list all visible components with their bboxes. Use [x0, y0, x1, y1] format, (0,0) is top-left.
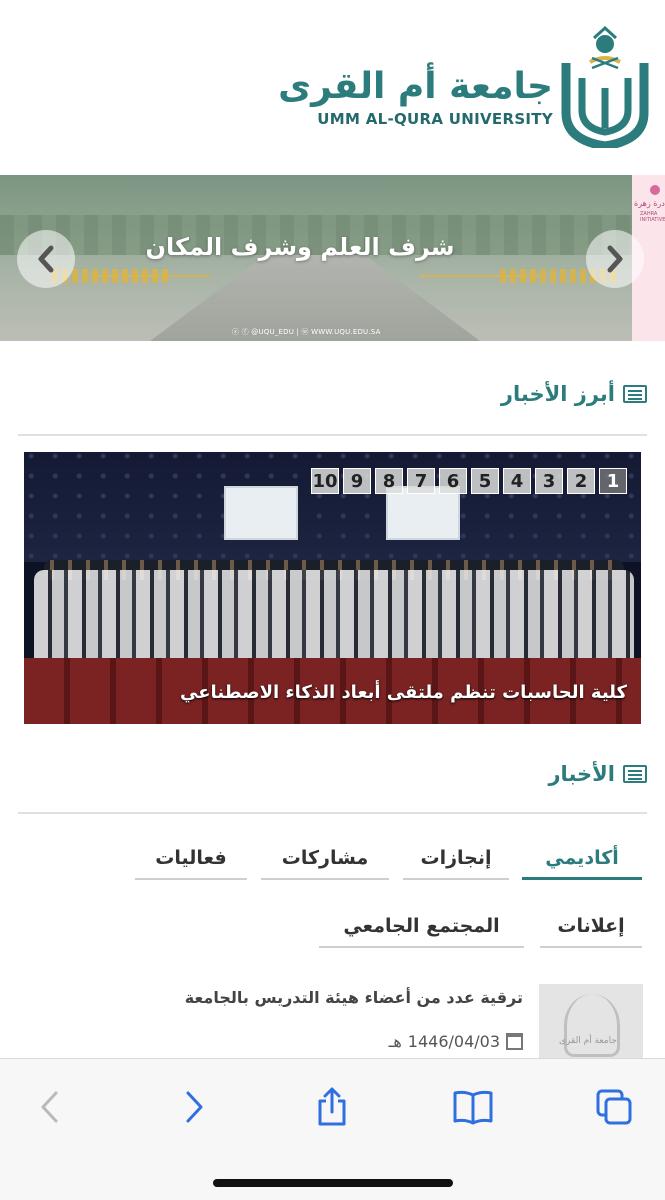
hero-social-handles: ⓧ ⓕ @UQU_EDU | ⓦ WWW.UQU.EDU.SA — [232, 328, 381, 336]
chevron-left-icon — [38, 245, 54, 273]
pagination-dot[interactable]: 4 — [503, 468, 531, 494]
tab-announcements[interactable]: إعلانات — [540, 910, 642, 948]
section-divider — [18, 434, 647, 436]
hero-title: شرف العلم وشرف المكان — [145, 233, 455, 261]
news-date-suffix: هـ — [388, 1032, 402, 1051]
pagination-dot[interactable]: 3 — [535, 468, 563, 494]
group-photo — [34, 570, 634, 660]
back-button[interactable] — [26, 1083, 74, 1131]
pagination-dot[interactable]: 6 — [439, 468, 467, 494]
forward-button[interactable] — [170, 1083, 218, 1131]
news-header: الأخبار — [548, 762, 647, 786]
forward-icon — [186, 1091, 203, 1123]
bookmarks-button[interactable] — [449, 1083, 497, 1131]
side-banner-subtext: ZAHRA INITIATIVE — [640, 211, 665, 223]
carousel-next-button[interactable] — [586, 230, 644, 288]
tab-academic[interactable]: أكاديمي — [522, 842, 642, 880]
pagination-dot[interactable]: 9 — [343, 468, 371, 494]
hero-carousel[interactable]: مبادرة زهرة ZAHRA INITIATIVE شرف العلم و… — [0, 175, 665, 341]
carousel-prev-button[interactable] — [17, 230, 75, 288]
pagination-dot[interactable]: 2 — [567, 468, 595, 494]
back-icon — [41, 1091, 58, 1123]
tab-participations[interactable]: مشاركات — [261, 842, 389, 880]
share-icon — [318, 1087, 346, 1126]
zahra-logo-icon — [650, 185, 660, 195]
featured-news-caption[interactable]: كلية الحاسبات تنظم ملتقى أبعاد الذكاء ال… — [180, 682, 627, 703]
featured-news-title: أبرز الأخبار — [500, 382, 615, 406]
newspaper-icon — [623, 765, 647, 783]
side-banner-text: مبادرة زهرة — [634, 199, 665, 208]
featured-news-header: أبرز الأخبار — [501, 382, 647, 406]
stage-screen-right — [386, 486, 460, 540]
pagination-dot[interactable]: 8 — [375, 468, 403, 494]
tab-events[interactable]: فعاليات — [135, 842, 247, 880]
site-header: جامعة أم القرى UMM AL-QURA UNIVERSITY — [0, 0, 665, 175]
logo-english-text: UMM AL-QURA UNIVERSITY — [317, 110, 553, 128]
pagination-dot[interactable]: 1 — [599, 468, 627, 494]
calendar-icon — [506, 1033, 523, 1050]
slider-pagination: 1 2 3 4 5 6 7 8 9 10 — [311, 468, 627, 494]
tab-university-community[interactable]: المجتمع الجامعي — [319, 910, 524, 948]
university-logo-icon[interactable] — [560, 18, 650, 148]
news-title: الأخبار — [548, 762, 615, 786]
share-button[interactable] — [308, 1083, 356, 1131]
tabs-icon — [596, 1089, 632, 1125]
newspaper-icon — [623, 385, 647, 403]
list-item[interactable]: جامعة أم القرى ترقية عدد من أعضاء هيئة ا… — [0, 982, 665, 1064]
pagination-dot[interactable]: 5 — [471, 468, 499, 494]
news-date-value: 1446/04/03 — [407, 1032, 500, 1051]
logo-arabic-text: جامعة أم القرى — [278, 66, 553, 107]
tabs-button[interactable] — [590, 1083, 638, 1131]
news-item-date: 1446/04/03 هـ — [389, 1032, 523, 1051]
home-indicator — [213, 1179, 453, 1187]
news-item-title[interactable]: ترقية عدد من أعضاء هيئة التدريس بالجامعة — [185, 988, 523, 1007]
pagination-dot[interactable]: 7 — [407, 468, 435, 494]
news-thumbnail[interactable]: جامعة أم القرى — [539, 984, 643, 1064]
stage-screen-left — [224, 486, 298, 540]
pagination-dot[interactable]: 10 — [311, 468, 339, 494]
bookmarks-icon — [453, 1090, 493, 1125]
chevron-right-icon — [607, 245, 623, 273]
tab-achievements[interactable]: إنجازات — [403, 842, 509, 880]
section-divider — [18, 812, 647, 814]
featured-news-slider[interactable]: 1 2 3 4 5 6 7 8 9 10 كلية الحاسبات تنظم ملتقى أبع… — [24, 452, 641, 724]
